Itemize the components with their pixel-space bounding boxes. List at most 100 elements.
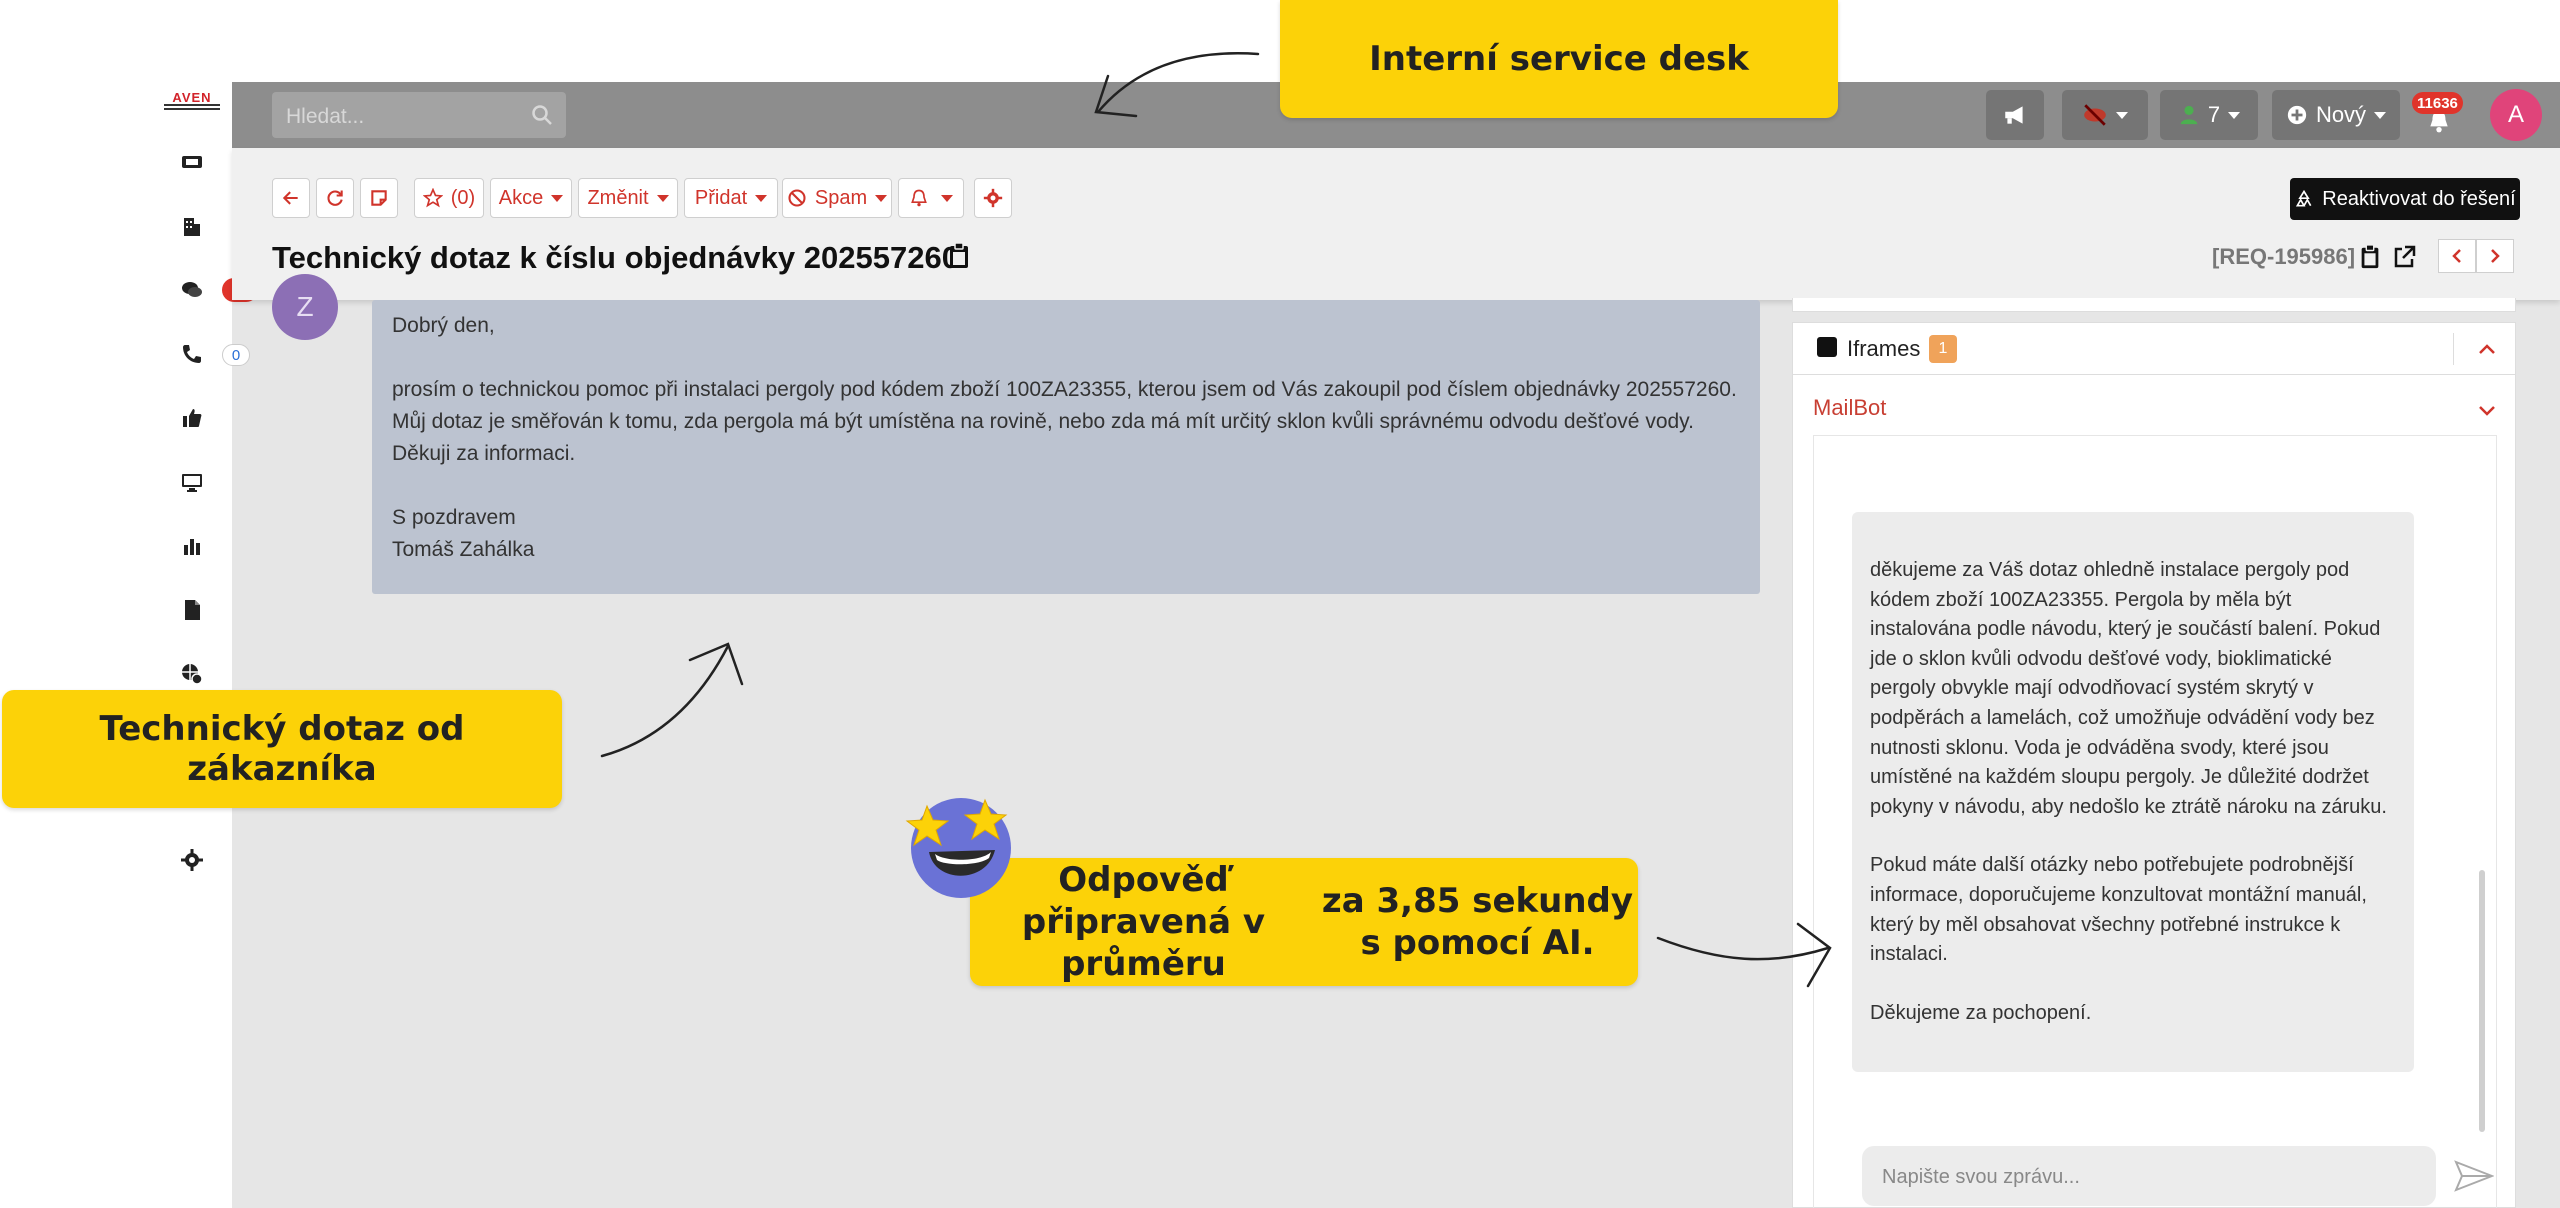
ban-icon (788, 189, 806, 207)
send-icon[interactable] (2454, 1158, 2494, 1194)
chevron-right-icon (2491, 249, 2500, 263)
arrow-left-icon (282, 191, 298, 205)
gear-icon (181, 849, 203, 871)
search-placeholder: Hledat... (286, 105, 365, 128)
users-dropdown[interactable]: 7 (2160, 90, 2258, 140)
ticket-settings-button[interactable] (974, 178, 1012, 218)
mailbot-chat: děkujeme za Váš dotaz ohledně instalace … (1813, 435, 2497, 1208)
bar-chart-icon (184, 539, 200, 555)
back-button[interactable] (272, 178, 310, 218)
logo-text: AVEN (172, 90, 212, 105)
change-label: Změnit (587, 186, 649, 209)
chevron-down-icon (2228, 111, 2241, 119)
refresh-button[interactable] (316, 178, 354, 218)
chevron-down-icon (656, 194, 669, 202)
new-label: Nový (2315, 102, 2367, 127)
globe-gear-icon (182, 664, 203, 685)
next-ticket-button[interactable] (2476, 239, 2514, 273)
chevron-up-icon[interactable] (2477, 339, 2497, 359)
sidebar-item-ratings[interactable] (174, 400, 210, 436)
phone-icon (183, 345, 201, 363)
callout-ai-response: Odpověď připravená v průměru za 3,85 sek… (970, 858, 1638, 986)
favorites-button[interactable]: (0) (414, 178, 484, 218)
search-box[interactable]: Hledat... (272, 92, 566, 138)
user-icon (2180, 105, 2198, 125)
iframes-title: Iframes (1847, 336, 1921, 361)
reactivate-button[interactable]: Reaktivovat do řešení (2290, 178, 2520, 220)
message-composer[interactable] (1862, 1146, 2436, 1206)
calls-badge: 0 (222, 344, 250, 366)
sidebar-item-reports[interactable] (174, 528, 210, 564)
message-input[interactable] (1882, 1162, 2412, 1192)
user-avatar[interactable]: A (2490, 89, 2542, 141)
notifications-badge: 11636 (2412, 92, 2463, 114)
reactivate-label: Reaktivovat do řešení (2322, 187, 2516, 210)
page-title: Technický dotaz k číslu objednávky 20255… (272, 240, 959, 275)
recycle-icon (2296, 189, 2312, 207)
panel-above-edge (1792, 298, 2516, 312)
add-label: Přidat (694, 186, 748, 209)
message-body: prosím o technickou pomoc při instalaci … (392, 378, 1737, 465)
refresh-icon (327, 190, 343, 206)
star-icon (422, 188, 443, 208)
header-divider (2453, 333, 2454, 365)
chevron-down-icon (2116, 111, 2128, 119)
ai-reply-bubble: děkujeme za Váš dotaz ohledně instalace … (1852, 512, 2414, 1072)
actions-dropdown[interactable]: Akce (490, 178, 572, 218)
clipboard-icon[interactable] (947, 242, 971, 270)
megaphone-icon (2005, 106, 2023, 124)
iframes-count-badge: 1 (1929, 335, 1957, 363)
sidebar-item-companies[interactable] (174, 208, 210, 244)
logo[interactable]: AVEN (164, 90, 220, 116)
spam-label: Spam (814, 186, 868, 209)
sidebar-item-documents[interactable] (174, 592, 210, 628)
announcements-button[interactable] (1986, 90, 2044, 140)
ticket-header: (0) Akce Změnit Přidat Spam Reaktivovat … (232, 148, 2560, 300)
sticky-note-icon (371, 190, 387, 206)
note-button[interactable] (360, 178, 398, 218)
sidebar-item-settings[interactable] (174, 842, 210, 878)
message-signature: Tomáš Zahálka (392, 538, 535, 561)
customer-message: Dobrý den, prosím o technickou pomoc při… (372, 300, 1760, 594)
gear-icon (983, 188, 1003, 208)
ticket-icon (182, 156, 202, 168)
sidebar-item-monitor[interactable] (174, 464, 210, 500)
request-id: [REQ-195986] (2212, 244, 2356, 269)
sender-avatar: Z (272, 274, 338, 340)
chevron-down-icon (2374, 111, 2387, 119)
chevron-down-icon (941, 194, 953, 202)
users-count: 7 (2207, 102, 2221, 127)
star-struck-emoji-icon (905, 798, 1011, 898)
add-dropdown[interactable]: Přidat (684, 178, 778, 218)
iframes-panel: Iframes 1 MailBot děkujeme za Váš dotaz … (1792, 322, 2516, 1208)
change-dropdown[interactable]: Změnit (578, 178, 678, 218)
spam-dropdown[interactable]: Spam (782, 178, 892, 218)
mailbot-label[interactable]: MailBot (1813, 395, 1886, 421)
notifications-toggle[interactable] (898, 178, 964, 218)
chevron-down-icon (875, 194, 888, 202)
sidebar-item-chat[interactable]: 19 (174, 272, 258, 308)
logo-underline (164, 104, 220, 110)
search-icon (532, 105, 552, 125)
eye-slash-icon (2084, 104, 2106, 126)
ai-reply-paragraph: Děkujeme za pochopení. (1870, 1001, 2092, 1024)
sidebar-item-tickets[interactable] (174, 144, 210, 180)
clipboard-icon[interactable] (2358, 244, 2382, 270)
sidebar: AVEN 19 0 (152, 82, 258, 1208)
visibility-dropdown[interactable] (2062, 90, 2148, 140)
callout-line: Odpověď připravená v průměru (1021, 860, 1266, 984)
thumbs-up-icon (183, 409, 202, 427)
chevron-left-icon (2452, 249, 2461, 263)
iframes-panel-header[interactable]: Iframes 1 (1793, 323, 2515, 375)
chevron-down-icon[interactable] (2477, 401, 2497, 421)
notifications-button[interactable]: 11636 (2412, 92, 2476, 142)
sidebar-item-web[interactable] (174, 656, 210, 692)
new-dropdown[interactable]: Nový (2272, 90, 2400, 140)
callout-service-desk: Interní service desk (1280, 0, 1838, 118)
previous-ticket-button[interactable] (2438, 239, 2476, 273)
external-link-icon[interactable] (2392, 244, 2416, 270)
sidebar-item-calls[interactable]: 0 (174, 336, 250, 372)
document-icon (185, 600, 200, 620)
actions-label: Akce (498, 186, 544, 209)
chat-scrollbar[interactable] (2479, 870, 2485, 1132)
